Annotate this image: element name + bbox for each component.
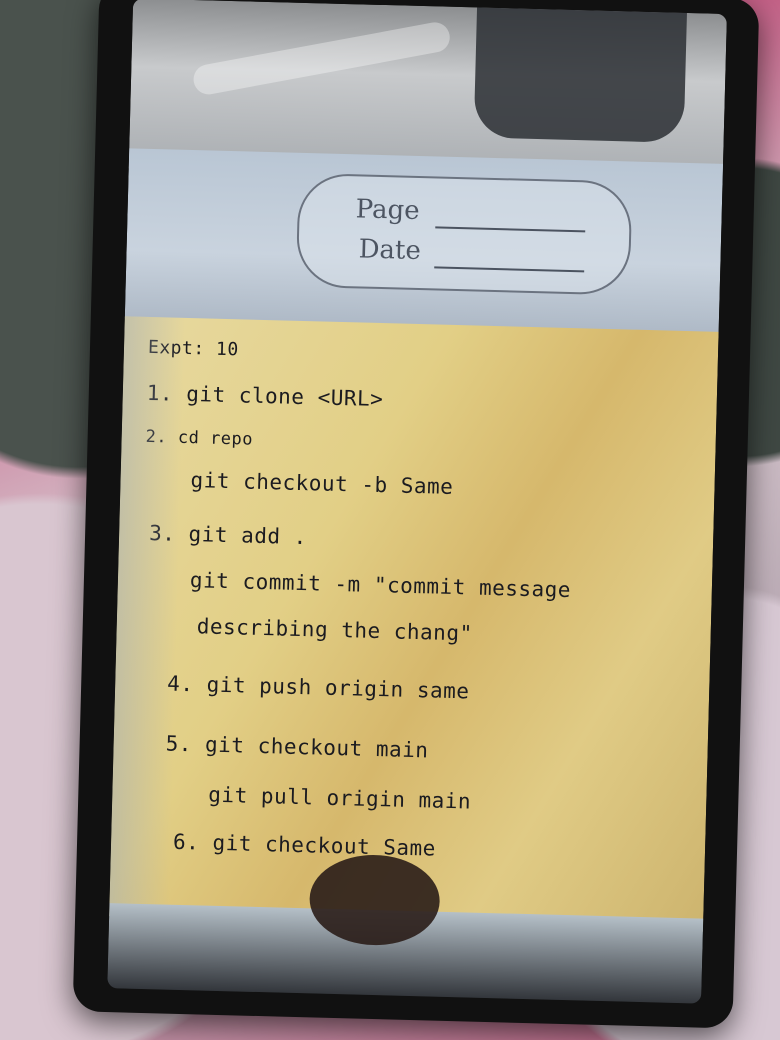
page-date-banner: Page Date [295,172,633,296]
screen-glare [191,19,453,97]
date-label: Date [358,234,422,267]
note-line: 3. git add . [148,521,308,550]
handwritten-notes: Expt: 10 1. git clone <URL> 2. cd repo g… [109,316,719,932]
background-object [473,7,687,143]
date-line [434,266,585,273]
note-line: 2. cd repo [145,426,254,450]
note-line: git commit -m "commit message [189,568,572,603]
note-line: 6. git checkout Same [172,829,437,861]
note-line: 5. git checkout main [165,731,429,763]
note-title: Expt: 10 [147,336,239,361]
phone-screen: Page Date Expt: 10 1. git clone <URL> 2.… [107,0,727,1004]
note-line: describing the chang" [196,614,473,646]
notebook-header: Page Date [124,148,724,334]
page-line [435,226,586,233]
note-line: 1. git clone <URL> [146,380,384,412]
note-line: 4. git push origin same [166,671,470,704]
page-label: Page [355,194,420,226]
phone-device: Page Date Expt: 10 1. git clone <URL> 2.… [72,0,760,1029]
note-line: git checkout -b Same [190,468,454,499]
note-line: git pull origin main [208,782,472,814]
